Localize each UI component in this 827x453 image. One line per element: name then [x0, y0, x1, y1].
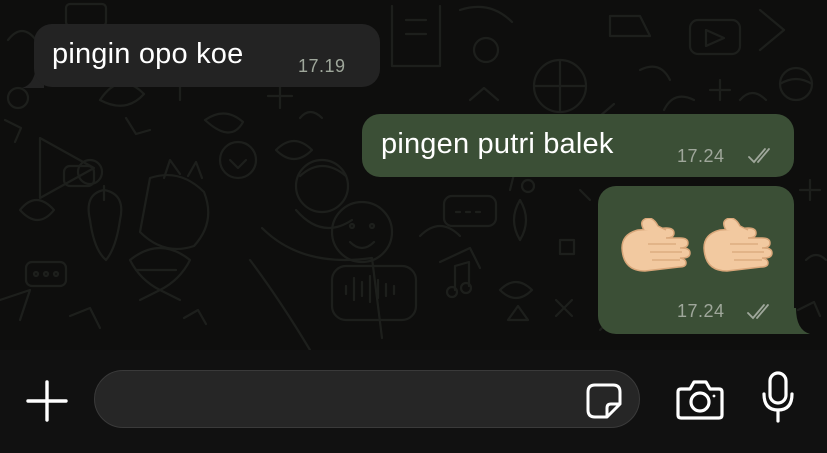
message-timestamp: 17.24 — [677, 146, 725, 166]
sticker-icon[interactable] — [585, 382, 623, 420]
rightwards-hand-emoji — [621, 218, 691, 272]
plus-icon[interactable] — [24, 378, 70, 424]
microphone-icon[interactable] — [760, 370, 796, 424]
message-timestamp: 17.24 — [677, 301, 725, 321]
rightwards-hand-emoji — [703, 218, 773, 272]
double-check-icon — [747, 304, 769, 320]
message-field[interactable] — [94, 370, 640, 428]
double-check-icon — [748, 148, 770, 164]
message-text: pingin opo koe — [52, 38, 244, 70]
composer-bar — [0, 350, 827, 453]
outgoing-bubble-tail — [786, 308, 810, 334]
message-text: pingen putri balek — [381, 128, 614, 160]
message-bubble-outgoing-emoji[interactable]: 17.24 — [598, 186, 794, 334]
message-timestamp: 17.19 — [298, 56, 346, 76]
camera-icon[interactable] — [676, 377, 724, 421]
message-bubble-outgoing[interactable]: pingen putri balek 17.24 — [362, 114, 794, 177]
chat-screen: pingin opo koe 17.19 pingen putri balek … — [0, 0, 827, 453]
message-bubble-incoming[interactable]: pingin opo koe 17.19 — [34, 24, 380, 87]
chat-area[interactable]: pingin opo koe 17.19 pingen putri balek … — [0, 0, 827, 350]
message-input[interactable] — [117, 381, 571, 419]
